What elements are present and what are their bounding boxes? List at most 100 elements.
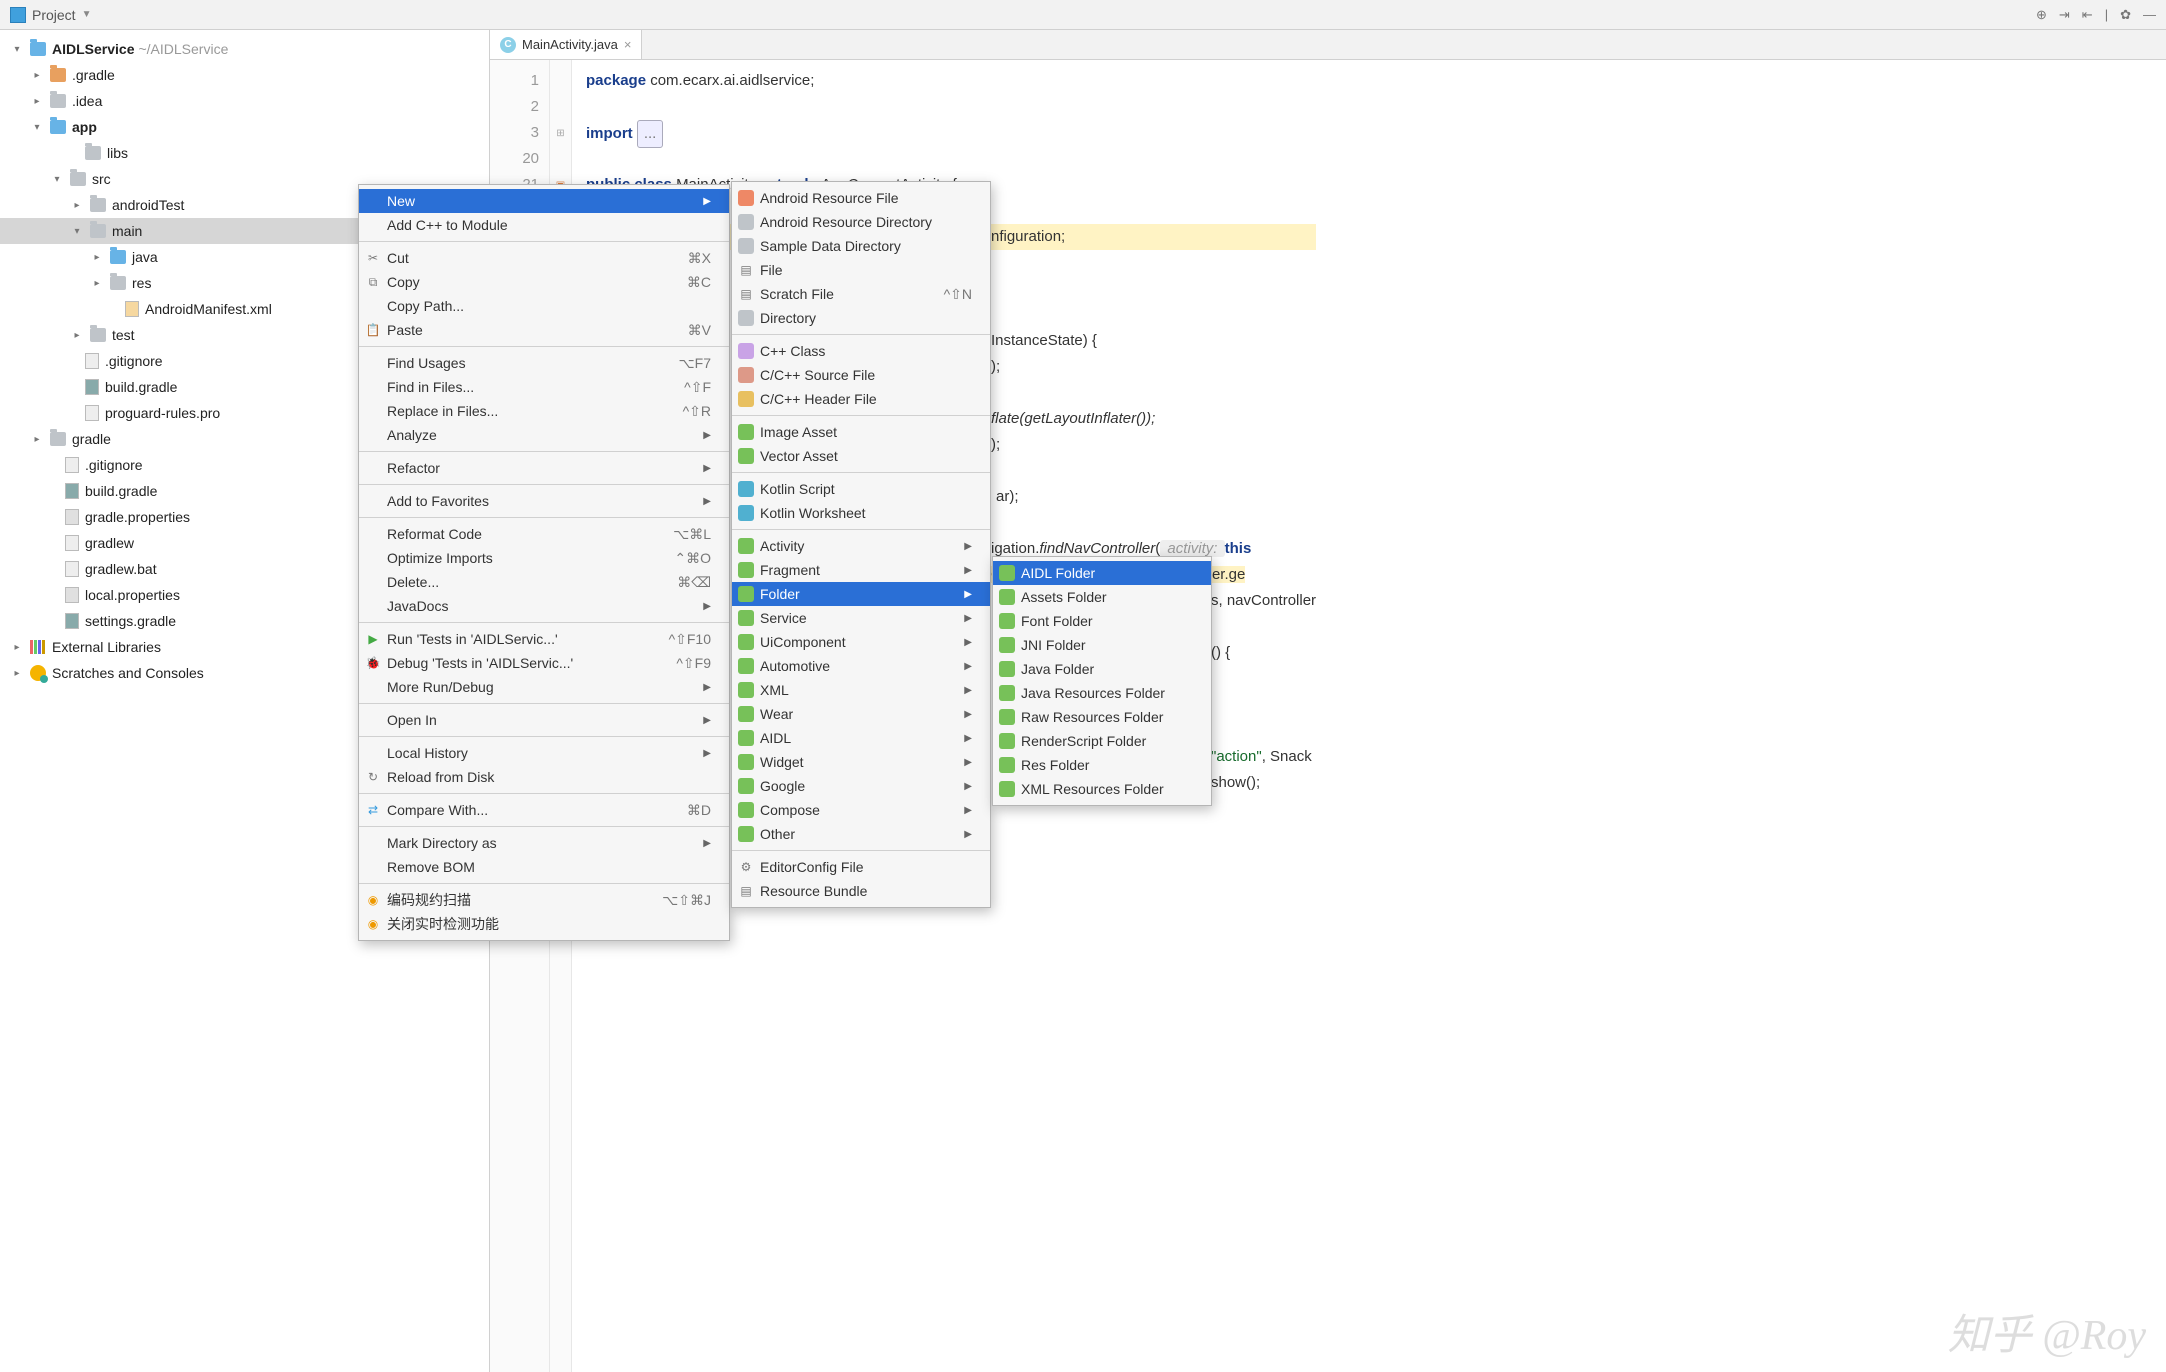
expand-arrow-icon[interactable]	[70, 330, 84, 341]
tree-root[interactable]: AIDLService ~/AIDLService	[0, 36, 489, 62]
menu-encoding-scan[interactable]: ◉编码规约扫描⌥⇧⌘J	[359, 888, 729, 912]
menu-cpp-class[interactable]: C++ Class	[732, 339, 990, 363]
menu-android-resource-dir[interactable]: Android Resource Directory	[732, 210, 990, 234]
tab-main-activity[interactable]: C MainActivity.java ×	[490, 30, 642, 59]
menu-find-in-files[interactable]: Find in Files...^⇧F	[359, 375, 729, 399]
menu-reformat[interactable]: Reformat Code⌥⌘L	[359, 522, 729, 546]
menu-more-run[interactable]: More Run/Debug▶	[359, 675, 729, 699]
menu-aidl[interactable]: AIDL▶	[732, 726, 990, 750]
settings-icon[interactable]: ✿	[2120, 7, 2131, 23]
menu-reload[interactable]: ↻Reload from Disk	[359, 765, 729, 789]
tree-item[interactable]: .gradle	[0, 62, 489, 88]
menu-javadocs[interactable]: JavaDocs▶	[359, 594, 729, 618]
expand-arrow-icon[interactable]	[10, 44, 24, 55]
hide-icon[interactable]: —	[2143, 7, 2156, 23]
tree-item[interactable]: app	[0, 114, 489, 140]
menu-copy-path[interactable]: Copy Path...	[359, 294, 729, 318]
menu-compose[interactable]: Compose▶	[732, 798, 990, 822]
menu-refactor[interactable]: Refactor▶	[359, 456, 729, 480]
menu-xml[interactable]: XML▶	[732, 678, 990, 702]
menu-open-in[interactable]: Open In▶	[359, 708, 729, 732]
expand-arrow-icon[interactable]	[90, 278, 104, 289]
close-icon[interactable]: ×	[624, 37, 632, 52]
menu-other[interactable]: Other▶	[732, 822, 990, 846]
menu-java-resources-folder[interactable]: Java Resources Folder	[993, 681, 1211, 705]
menu-local-history[interactable]: Local History▶	[359, 741, 729, 765]
menu-optimize-imports[interactable]: Optimize Imports⌃⌘O	[359, 546, 729, 570]
menu-file[interactable]: ▤File	[732, 258, 990, 282]
menu-analyze[interactable]: Analyze▶	[359, 423, 729, 447]
menu-sample-data-dir[interactable]: Sample Data Directory	[732, 234, 990, 258]
menu-kotlin-worksheet[interactable]: Kotlin Worksheet	[732, 501, 990, 525]
folder-submenu[interactable]: AIDL Folder Assets Folder Font Folder JN…	[992, 556, 1212, 806]
menu-copy[interactable]: ⧉Copy⌘C	[359, 270, 729, 294]
menu-uicomponent[interactable]: UiComponent▶	[732, 630, 990, 654]
menu-remove-bom[interactable]: Remove BOM	[359, 855, 729, 879]
menu-service[interactable]: Service▶	[732, 606, 990, 630]
menu-editorconfig[interactable]: ⚙EditorConfig File	[732, 855, 990, 879]
menu-replace-in-files[interactable]: Replace in Files...^⇧R	[359, 399, 729, 423]
expand-arrow-icon[interactable]	[30, 434, 44, 445]
menu-debug[interactable]: 🐞Debug 'Tests in 'AIDLServic...'^⇧F9	[359, 651, 729, 675]
project-selector[interactable]: Project ▼	[0, 7, 101, 23]
menu-xml-resources-folder[interactable]: XML Resources Folder	[993, 777, 1211, 801]
menu-new[interactable]: New▶	[359, 189, 729, 213]
menu-cpp-header[interactable]: C/C++ Header File	[732, 387, 990, 411]
menu-automotive[interactable]: Automotive▶	[732, 654, 990, 678]
menu-resource-bundle[interactable]: ▤Resource Bundle	[732, 879, 990, 903]
menu-raw-resources-folder[interactable]: Raw Resources Folder	[993, 705, 1211, 729]
expand-arrow-icon[interactable]	[30, 70, 44, 81]
menu-mark-directory[interactable]: Mark Directory as▶	[359, 831, 729, 855]
menu-add-favorites[interactable]: Add to Favorites▶	[359, 489, 729, 513]
menu-activity[interactable]: Activity▶	[732, 534, 990, 558]
expand-arrow-icon[interactable]	[50, 174, 64, 185]
menu-image-asset[interactable]: Image Asset	[732, 420, 990, 444]
menu-renderscript-folder[interactable]: RenderScript Folder	[993, 729, 1211, 753]
menu-label: Kotlin Worksheet	[760, 505, 866, 521]
expand-arrow-icon[interactable]	[10, 668, 24, 679]
menu-font-folder[interactable]: Font Folder	[993, 609, 1211, 633]
menu-fragment[interactable]: Fragment▶	[732, 558, 990, 582]
expand-icon[interactable]: ⇥	[2059, 7, 2070, 23]
menu-res-folder[interactable]: Res Folder	[993, 753, 1211, 777]
menu-cut[interactable]: ✂Cut⌘X	[359, 246, 729, 270]
tree-item[interactable]: .idea	[0, 88, 489, 114]
fold-plus-icon[interactable]: ⊞	[550, 120, 571, 146]
expand-arrow-icon[interactable]	[10, 642, 24, 653]
menu-aidl-folder[interactable]: AIDL Folder	[993, 561, 1211, 585]
expand-arrow-icon[interactable]	[30, 122, 44, 133]
menu-assets-folder[interactable]: Assets Folder	[993, 585, 1211, 609]
menu-cpp-source[interactable]: C/C++ Source File	[732, 363, 990, 387]
menu-find-usages[interactable]: Find Usages⌥F7	[359, 351, 729, 375]
submenu-arrow-icon: ▶	[703, 196, 711, 207]
expand-arrow-icon[interactable]	[90, 252, 104, 263]
menu-android-resource-file[interactable]: Android Resource File	[732, 186, 990, 210]
menu-wear[interactable]: Wear▶	[732, 702, 990, 726]
new-submenu[interactable]: Android Resource File Android Resource D…	[731, 181, 991, 908]
expand-arrow-icon[interactable]	[70, 200, 84, 211]
expand-arrow-icon[interactable]	[70, 226, 84, 237]
menu-google[interactable]: Google▶	[732, 774, 990, 798]
menu-directory[interactable]: Directory	[732, 306, 990, 330]
collapse-icon[interactable]: ⇤	[2082, 7, 2093, 23]
menu-folder[interactable]: Folder▶	[732, 582, 990, 606]
fold-indicator[interactable]: ...	[637, 120, 664, 148]
expand-arrow-icon[interactable]	[30, 96, 44, 107]
menu-add-cpp[interactable]: Add C++ to Module	[359, 213, 729, 237]
menu-java-folder[interactable]: Java Folder	[993, 657, 1211, 681]
code-text: , Snack	[1262, 748, 1312, 765]
menu-compare[interactable]: ⇄Compare With...⌘D	[359, 798, 729, 822]
context-menu[interactable]: New▶ Add C++ to Module ✂Cut⌘X ⧉Copy⌘C Co…	[358, 184, 730, 941]
tree-item[interactable]: libs	[0, 140, 489, 166]
menu-widget[interactable]: Widget▶	[732, 750, 990, 774]
menu-paste[interactable]: 📋Paste⌘V	[359, 318, 729, 342]
target-icon[interactable]: ⊕	[2036, 7, 2047, 23]
menu-close-realtime[interactable]: ◉关闭实时检测功能	[359, 912, 729, 936]
menu-scratch-file[interactable]: ▤Scratch File^⇧N	[732, 282, 990, 306]
menu-run[interactable]: ▶Run 'Tests in 'AIDLServic...'^⇧F10	[359, 627, 729, 651]
menu-delete[interactable]: Delete...⌘⌫	[359, 570, 729, 594]
menu-vector-asset[interactable]: Vector Asset	[732, 444, 990, 468]
menu-label: Activity	[760, 538, 804, 554]
menu-jni-folder[interactable]: JNI Folder	[993, 633, 1211, 657]
menu-kotlin-script[interactable]: Kotlin Script	[732, 477, 990, 501]
